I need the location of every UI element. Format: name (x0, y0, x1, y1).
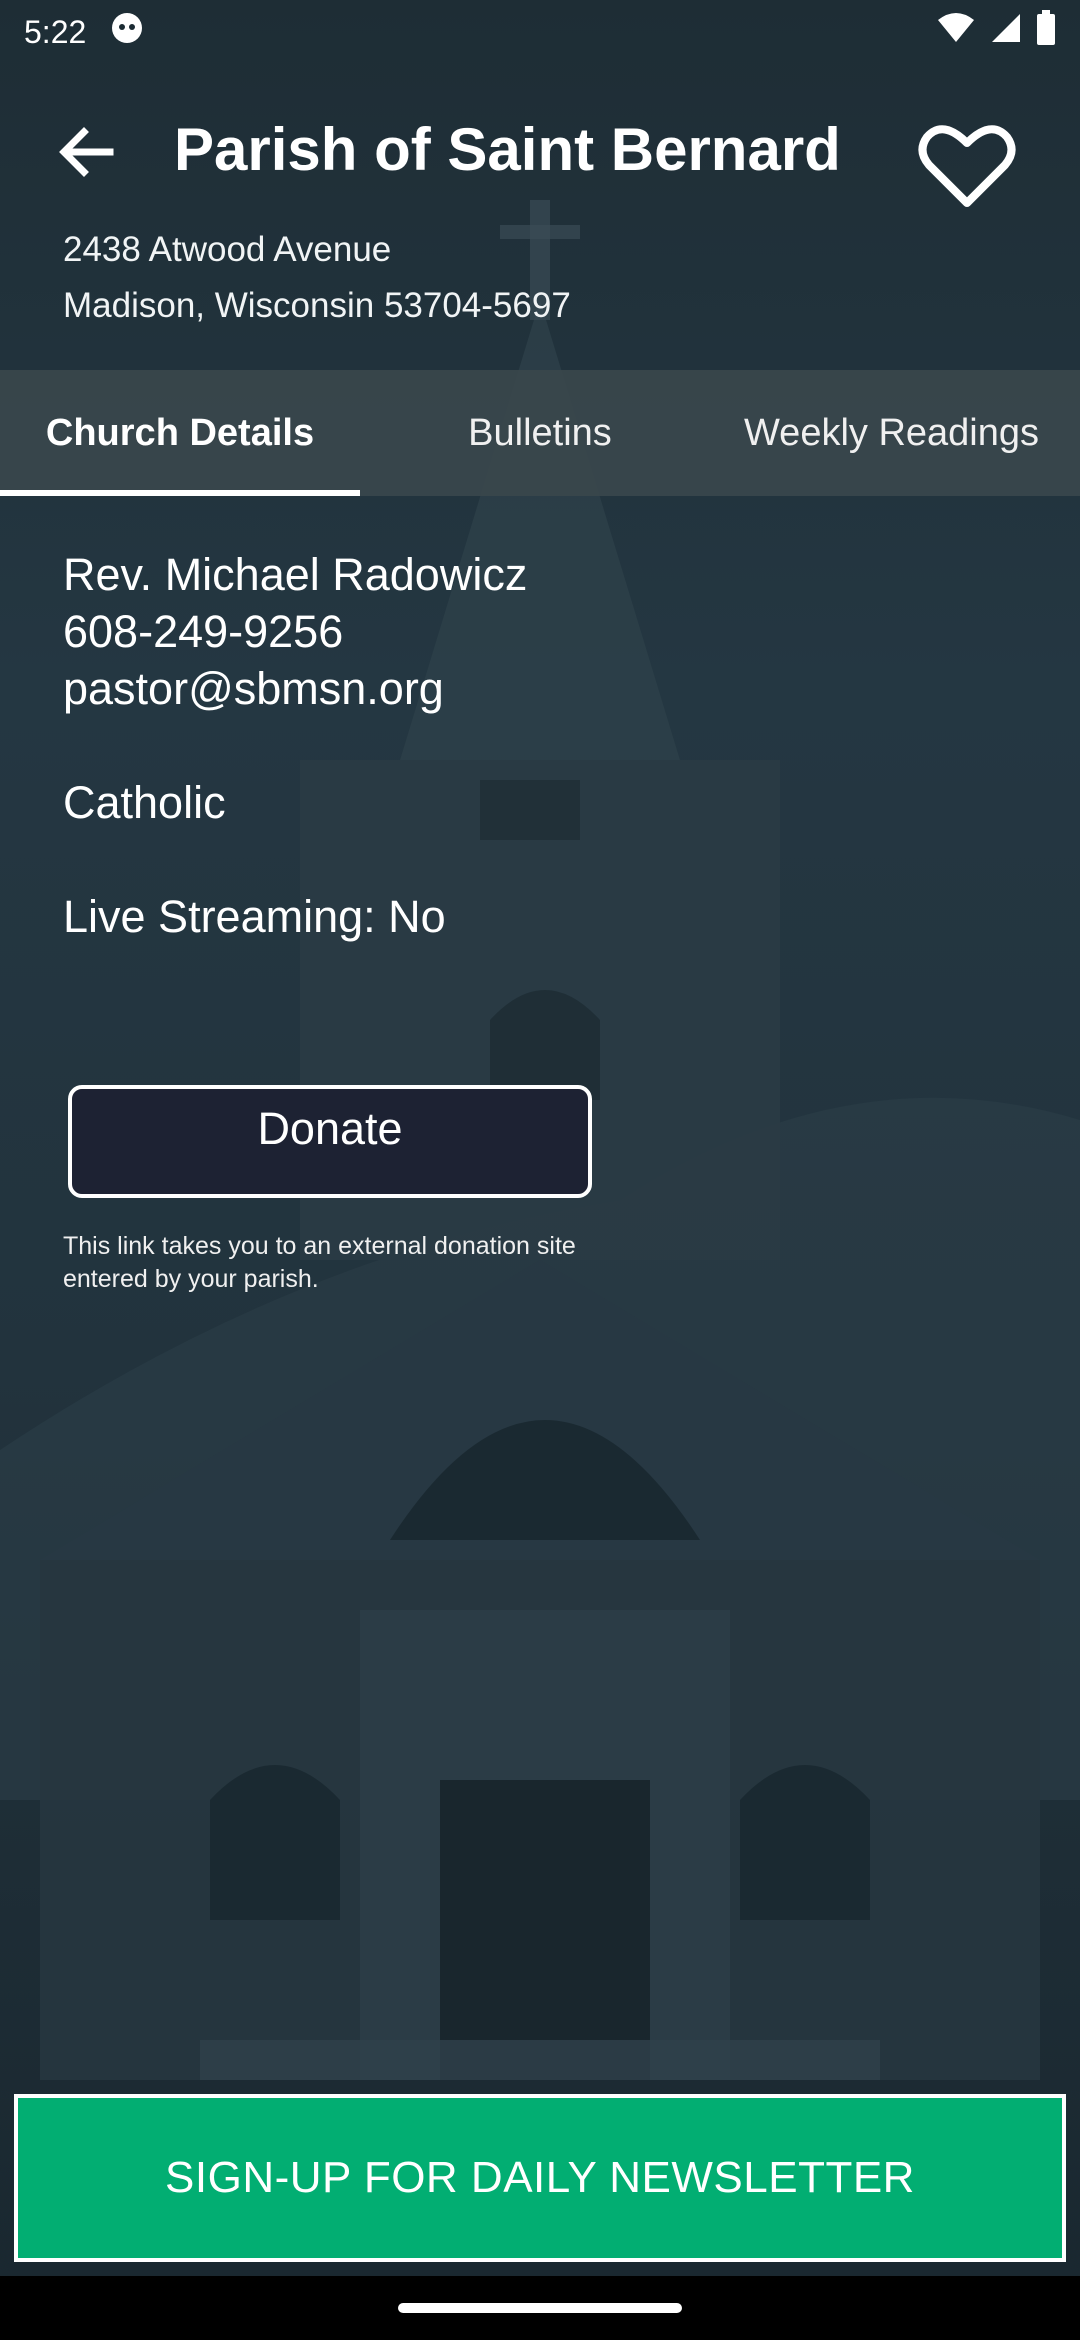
arrow-left-icon (58, 126, 114, 182)
newsletter-signup-button[interactable]: SIGN-UP FOR DAILY NEWSLETTER (14, 2094, 1066, 2262)
tab-church-details[interactable]: Church Details (0, 370, 360, 496)
pastor-name: Rev. Michael Radowicz (63, 549, 528, 600)
donate-button[interactable]: Donate (68, 1085, 592, 1198)
address-line-2: Madison, Wisconsin 53704-5697 (63, 286, 571, 325)
status-time: 5:22 (24, 13, 87, 50)
battery-icon (1036, 10, 1056, 54)
church-details-content: Rev. Michael Radowicz 608-249-9256 pasto… (63, 546, 527, 945)
app-notification-icon (110, 11, 144, 53)
denomination: Catholic (63, 777, 226, 828)
tab-bulletins[interactable]: Bulletins (360, 370, 720, 496)
status-bar: 5:22 (0, 0, 1080, 64)
donate-disclaimer: This link takes you to an external donat… (63, 1232, 576, 1293)
back-button[interactable] (50, 118, 122, 190)
address-line-1: 2438 Atwood Avenue (63, 230, 392, 269)
tab-weekly-readings[interactable]: Weekly Readings (720, 370, 1080, 496)
parish-address: 2438 Atwood Avenue Madison, Wisconsin 53… (63, 222, 571, 334)
home-indicator[interactable] (398, 2303, 682, 2313)
email-link[interactable]: pastor@sbmsn.org (63, 660, 527, 717)
heart-outline-icon (917, 121, 1017, 216)
phone-number-link[interactable]: 608-249-9256 (63, 603, 527, 660)
favorite-button[interactable] (912, 116, 1022, 220)
cellular-signal-icon (990, 12, 1022, 52)
wifi-icon (936, 12, 976, 52)
live-streaming-status: Live Streaming: No (63, 891, 446, 942)
tab-bar: Church Details Bulletins Weekly Readings (0, 370, 1080, 496)
page-title: Parish of Saint Bernard (174, 116, 841, 183)
